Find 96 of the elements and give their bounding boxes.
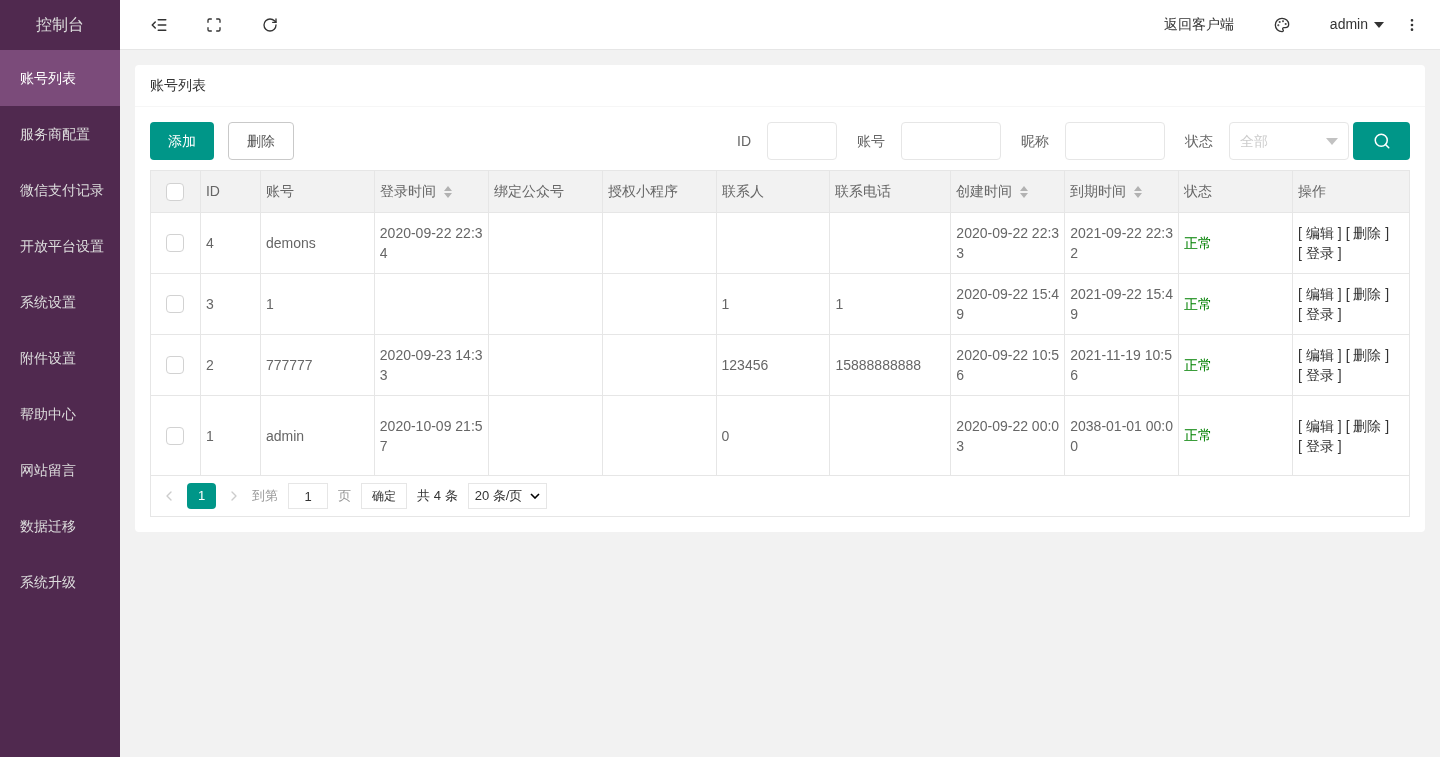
action-link[interactable]: [ 编辑 ] — [1298, 345, 1342, 365]
sidebar-item[interactable]: 服务商配置 — [0, 106, 120, 162]
column-header: 登录时间 — [379, 182, 436, 201]
sidebar-item[interactable]: 系统设置 — [0, 274, 120, 330]
search-button[interactable] — [1353, 122, 1410, 160]
table-cell-text: 2020-09-22 22:34 — [379, 224, 483, 263]
filter-label: 账号 — [857, 131, 885, 151]
filter-input[interactable] — [767, 122, 837, 160]
refresh-icon[interactable] — [262, 16, 278, 33]
status-text: 正常 — [1184, 355, 1213, 375]
action-link[interactable]: [ 登录 ] — [1298, 435, 1342, 456]
client-link[interactable]: 返回客户端 — [1163, 14, 1234, 35]
column-header: 到期时间 — [1070, 182, 1127, 201]
table-cell-text: 777777 — [265, 356, 313, 375]
sidebar-item[interactable]: 附件设置 — [0, 330, 120, 386]
page-size-select[interactable]: 20 条/页 — [467, 483, 548, 509]
action-link[interactable]: [ 编辑 ] — [1298, 284, 1342, 304]
sidebar-item[interactable]: 账号列表 — [0, 50, 120, 106]
table-cell-text: 2 — [205, 356, 214, 375]
table-cell-text: 2020-09-22 00:03 — [956, 416, 1060, 456]
column-header: 授权小程序 — [607, 182, 678, 201]
column-header: ID — [205, 182, 220, 201]
user-menu[interactable]: admin — [1329, 14, 1384, 35]
card-title: 账号列表 — [135, 65, 1425, 107]
palette-icon[interactable] — [1273, 16, 1290, 33]
sidebar-item[interactable]: 系统升级 — [0, 554, 120, 610]
sidebar-item[interactable]: 网站留言 — [0, 442, 120, 498]
status-text: 正常 — [1184, 426, 1213, 445]
column-header: 状态 — [1184, 182, 1213, 201]
action-link[interactable]: [ 删除 ] — [1345, 415, 1390, 436]
goto-label: 到第 — [252, 487, 279, 506]
action-link[interactable]: [ 登录 ] — [1298, 304, 1342, 324]
page-number[interactable]: 1 — [187, 483, 217, 509]
checkbox[interactable] — [166, 182, 185, 201]
action-link[interactable]: [ 编辑 ] — [1298, 223, 1342, 243]
page-input[interactable]: 1 — [288, 483, 329, 509]
table-cell-text: 2020-09-23 14:33 — [379, 346, 483, 385]
sort-icon[interactable] — [1134, 185, 1143, 198]
total-count: 共 4 条 — [417, 487, 458, 506]
page-unit: 页 — [338, 487, 352, 506]
action-link[interactable]: [ 登录 ] — [1298, 365, 1342, 385]
column-header: 绑定公众号 — [493, 182, 564, 201]
action-link[interactable]: [ 登录 ] — [1298, 243, 1342, 263]
action-link[interactable]: [ 编辑 ] — [1298, 415, 1342, 436]
sidebar-item[interactable]: 数据迁移 — [0, 498, 120, 554]
table-cell-text: admin — [265, 426, 305, 446]
action-link[interactable]: [ 删除 ] — [1345, 345, 1390, 365]
table-cell-text: demons — [265, 234, 316, 253]
sidebar-item[interactable]: 帮助中心 — [0, 386, 120, 442]
checkbox[interactable] — [166, 426, 185, 445]
table-cell-text: 4 — [205, 234, 214, 253]
search-icon[interactable] — [1372, 132, 1391, 150]
table-cell-text: 2020-09-22 10:56 — [956, 346, 1060, 385]
column-header: 创建时间 — [956, 182, 1013, 201]
checkbox[interactable] — [166, 356, 185, 374]
filter-label: 状态 — [1185, 131, 1213, 151]
table-cell-text: 1 — [721, 295, 730, 314]
caret-icon[interactable] — [1374, 21, 1384, 28]
table-cell-text: 2020-10-09 21:57 — [379, 416, 483, 456]
column-header: 联系电话 — [835, 182, 892, 201]
sidebar-item[interactable]: 开放平台设置 — [0, 218, 120, 274]
sort-icon[interactable] — [1020, 185, 1029, 198]
action-link[interactable]: [ 删除 ] — [1345, 284, 1390, 304]
action-link[interactable]: [ 删除 ] — [1345, 223, 1390, 243]
filter-input[interactable] — [1065, 122, 1165, 160]
column-header: 账号 — [265, 182, 294, 201]
table-cell-text: 2020-09-22 15:49 — [956, 285, 1060, 324]
status-text: 正常 — [1184, 233, 1213, 253]
filter-label: 昵称 — [1021, 131, 1049, 151]
add-button[interactable]: 添加 — [150, 122, 214, 160]
table-cell-text: 2021-09-22 22:32 — [1070, 224, 1174, 263]
filter-input[interactable] — [901, 122, 1001, 160]
table-cell-text: 123456 — [721, 356, 769, 375]
sidebar-item[interactable]: 微信支付记录 — [0, 162, 120, 218]
table-cell-text: 2021-11-19 10:56 — [1070, 346, 1173, 385]
status-text: 正常 — [1184, 294, 1213, 314]
table-cell-text: 0 — [721, 426, 730, 446]
table-cell-text: 2020-09-22 22:33 — [956, 224, 1060, 263]
table-cell-text: 2021-09-22 15:49 — [1070, 285, 1174, 324]
table-cell-text: 1 — [205, 426, 214, 446]
column-header: 联系人 — [721, 182, 764, 201]
filter-label: ID — [737, 131, 751, 151]
table-cell-text: 1 — [835, 295, 844, 314]
table-cell-text: 15888888888 — [835, 356, 922, 375]
checkbox[interactable] — [166, 234, 185, 252]
checkbox[interactable] — [166, 295, 185, 313]
delete-button[interactable]: 删除 — [228, 122, 294, 160]
chevron-down-icon[interactable] — [530, 493, 541, 499]
confirm-button[interactable]: 确定 — [361, 483, 408, 509]
table-cell-text: 3 — [205, 295, 214, 314]
sidebar-title: 控制台 — [35, 15, 85, 35]
table-cell-text: 1 — [265, 295, 274, 314]
column-header: 操作 — [1298, 182, 1327, 201]
sort-icon[interactable] — [443, 185, 452, 198]
table-cell-text: 2038-01-01 00:00 — [1070, 416, 1174, 456]
fullscreen-icon[interactable] — [206, 16, 222, 33]
